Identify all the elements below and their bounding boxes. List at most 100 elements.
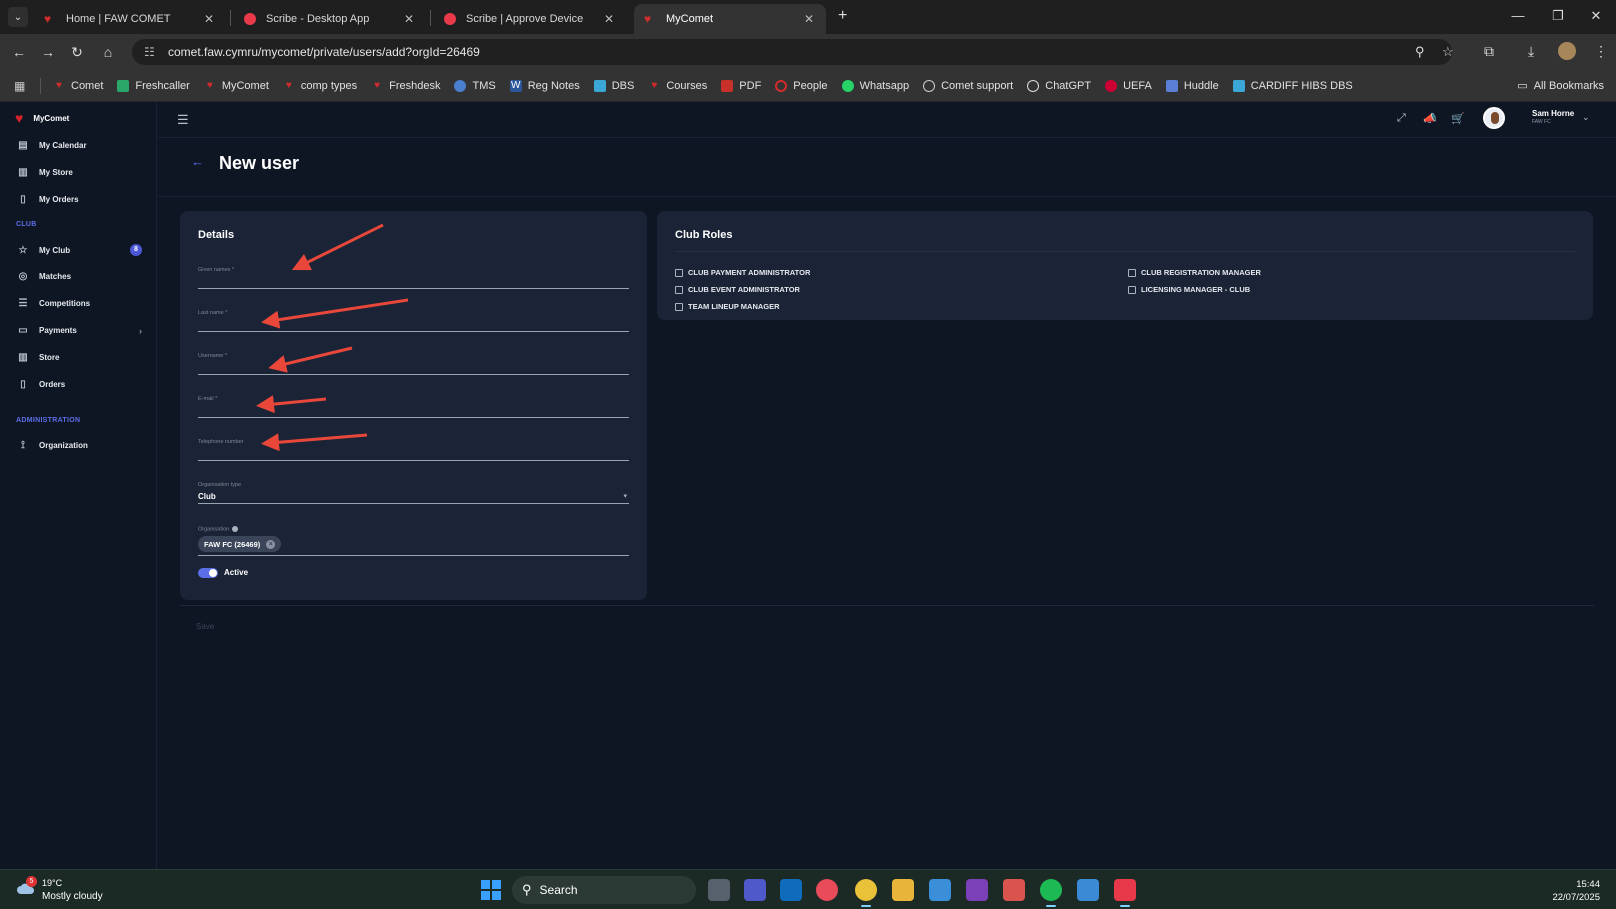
notifications-icon[interactable]: 📣: [1423, 112, 1437, 125]
bookmark-cardiff-hibs-dbs[interactable]: CARDIFF HIBS DBS: [1232, 79, 1353, 92]
bookmark-pdf[interactable]: PDF: [721, 79, 761, 92]
spotify-icon[interactable]: [1040, 879, 1062, 907]
close-icon[interactable]: ✕: [802, 12, 816, 26]
bookmark-mycomet[interactable]: ♥ MyComet: [204, 80, 269, 92]
user-name[interactable]: Sam Horne: [1532, 109, 1574, 118]
bookmark-people[interactable]: People: [775, 79, 828, 92]
bookmark-freshdesk[interactable]: ♥ Freshdesk: [371, 80, 440, 92]
given-names-field[interactable]: Given names *: [198, 267, 629, 289]
bookmark-reg-notes[interactable]: W Reg Notes: [509, 79, 580, 92]
bookmark-comet-support[interactable]: Comet support: [923, 79, 1013, 92]
close-icon[interactable]: ✕: [402, 12, 416, 26]
role-club-registration-manager[interactable]: CLUB REGISTRATION MANAGER: [1128, 268, 1261, 277]
weather-temperature[interactable]: 19°C: [42, 878, 62, 888]
bookmark-courses[interactable]: ♥ Courses: [648, 80, 707, 92]
checkbox[interactable]: [675, 268, 683, 277]
tab-mycomet[interactable]: ♥ MyComet ✕: [634, 4, 826, 34]
asana-icon[interactable]: [816, 879, 838, 901]
bookmark-huddle[interactable]: Huddle: [1165, 79, 1219, 92]
tab-scribe-desktop[interactable]: Scribe - Desktop App ✕: [234, 4, 426, 34]
cart-icon[interactable]: 🛒: [1451, 112, 1465, 125]
apps-grid-icon[interactable]: ▦: [14, 79, 28, 93]
hamburger-menu-icon[interactable]: ☰: [177, 112, 189, 128]
role-club-payment-administrator[interactable]: CLUB PAYMENT ADMINISTRATOR: [675, 268, 810, 277]
chevron-down-icon[interactable]: ⌄: [1582, 112, 1590, 123]
sidebar-item-payments[interactable]: ▭ Payments ›: [17, 325, 142, 336]
fullscreen-icon[interactable]: ⤢: [1397, 112, 1406, 125]
forward-icon[interactable]: →: [39, 43, 57, 61]
chrome-icon[interactable]: [855, 879, 877, 907]
teams-icon[interactable]: [744, 879, 766, 901]
bookmark-freshcaller[interactable]: Freshcaller: [117, 79, 190, 92]
tab-search-button[interactable]: ⌄: [8, 7, 28, 27]
role-club-event-administrator[interactable]: CLUB EVENT ADMINISTRATOR: [675, 285, 800, 294]
email-field[interactable]: E-mail *: [198, 396, 629, 418]
windows-start-icon[interactable]: [481, 880, 501, 900]
system-clock[interactable]: 15:44 22/07/2025: [1552, 878, 1600, 904]
username-field[interactable]: Username *: [198, 353, 629, 375]
checkbox[interactable]: [1128, 285, 1136, 294]
bookmark-uefa[interactable]: UEFA: [1105, 79, 1152, 92]
sidebar-item-orders[interactable]: ▯ Orders: [17, 379, 142, 390]
home-icon[interactable]: ⌂: [99, 43, 117, 61]
bookmark-chatgpt[interactable]: ChatGPT: [1027, 79, 1091, 92]
close-icon[interactable]: ✕: [202, 12, 216, 26]
sidebar-item-competitions[interactable]: ☰ Competitions: [17, 298, 142, 309]
file-explorer-icon[interactable]: [892, 879, 914, 901]
sidebar-item-matches[interactable]: ◎ Matches: [17, 271, 142, 282]
sidebar-item-my-club[interactable]: ☆ My Club 8: [17, 244, 142, 256]
menu-kebab-icon[interactable]: ⋮: [1594, 43, 1608, 60]
back-arrow-icon[interactable]: ←: [191, 154, 204, 169]
active-toggle[interactable]: [198, 568, 218, 578]
snipping-tool-icon[interactable]: [1003, 879, 1025, 901]
bookmark-comp-types[interactable]: ♥ comp types: [283, 80, 357, 92]
tab-scribe-approve[interactable]: Scribe | Approve Device ✕: [434, 4, 626, 34]
new-tab-button[interactable]: +: [838, 7, 847, 25]
restore-icon[interactable]: ❐: [1548, 8, 1568, 24]
help-icon[interactable]: [232, 526, 239, 532]
all-bookmarks[interactable]: ▭ All Bookmarks: [1517, 79, 1604, 93]
microsoft-store-icon[interactable]: [1077, 879, 1099, 901]
extensions-icon[interactable]: ⧉: [1484, 43, 1494, 60]
organisation-chip[interactable]: FAW FC (26469) ×: [198, 536, 282, 552]
window-close-icon[interactable]: ✕: [1586, 8, 1606, 24]
zoom-icon[interactable]: ⚲: [1415, 44, 1425, 60]
task-view-icon[interactable]: [708, 879, 730, 901]
user-avatar[interactable]: [1483, 107, 1505, 129]
bookmark-tms[interactable]: TMS: [454, 79, 496, 92]
weather-description[interactable]: Mostly cloudy: [42, 891, 103, 902]
telephone-field[interactable]: Telephone number: [198, 439, 629, 461]
sidebar-item-my-orders[interactable]: ▯ My Orders: [17, 194, 142, 205]
save-button[interactable]: Save: [196, 622, 214, 631]
close-icon[interactable]: ✕: [602, 12, 616, 26]
reload-icon[interactable]: ↻: [68, 43, 86, 61]
last-name-field[interactable]: Last name *: [198, 310, 629, 332]
dropdown-caret-icon[interactable]: ▾: [623, 492, 627, 500]
bookmark-dbs[interactable]: DBS: [593, 79, 634, 92]
address-bar[interactable]: ☷ comet.faw.cymru/mycomet/private/users/…: [132, 39, 1452, 65]
organisation-field[interactable]: Organisation FAW FC (26469) ×: [198, 526, 629, 556]
bookmark-star-icon[interactable]: ☆: [1442, 44, 1454, 60]
back-icon[interactable]: ←: [10, 43, 28, 61]
notepad-icon[interactable]: [929, 879, 951, 901]
checkbox[interactable]: [675, 302, 683, 311]
sidebar-item-my-calendar[interactable]: ▤ My Calendar: [17, 140, 142, 151]
brand[interactable]: ♥ MyComet: [15, 110, 69, 126]
scribe-icon[interactable]: [1114, 879, 1136, 907]
bookmark-whatsapp[interactable]: Whatsapp: [841, 79, 909, 92]
profile-avatar[interactable]: [1558, 42, 1576, 60]
checkbox[interactable]: [1128, 268, 1136, 277]
sidebar-item-store[interactable]: ▥ Store: [17, 352, 142, 363]
onenote-icon[interactable]: [966, 879, 988, 901]
role-licensing-manager-club[interactable]: LICENSING MANAGER - CLUB: [1128, 285, 1250, 294]
checkbox[interactable]: [675, 285, 683, 294]
sidebar-item-organization[interactable]: ⟟ Organization: [17, 440, 142, 451]
site-info-icon[interactable]: ☷: [144, 45, 158, 59]
sidebar-item-my-store[interactable]: ▥ My Store: [17, 167, 142, 178]
outlook-icon[interactable]: [780, 879, 802, 901]
chip-remove-icon[interactable]: ×: [266, 539, 276, 549]
bookmark-comet[interactable]: ♥ Comet: [53, 80, 103, 92]
download-icon[interactable]: ⤓: [1528, 43, 1534, 60]
organisation-type-select[interactable]: Organisation type Club ▾: [198, 482, 629, 504]
minimize-icon[interactable]: —: [1508, 8, 1528, 23]
